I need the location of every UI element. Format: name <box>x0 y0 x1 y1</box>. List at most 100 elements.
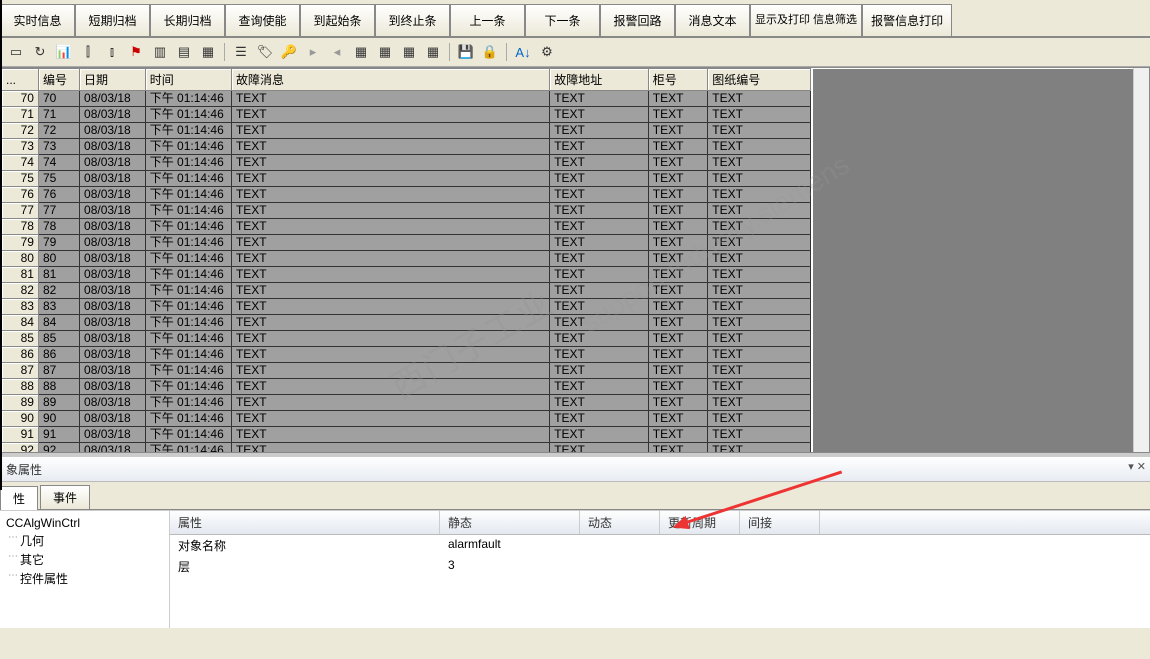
cell: TEXT <box>231 379 549 395</box>
tab-msg-text[interactable]: 消息文本 <box>675 4 750 36</box>
doc-icon[interactable]: ▭ <box>6 42 26 62</box>
table-row[interactable]: 747408/03/18下午 01:14:46TEXTTEXTTEXTTEXT <box>2 155 811 171</box>
key-icon[interactable]: 🔑 <box>279 42 299 62</box>
sort-icon[interactable]: A↓ <box>513 42 533 62</box>
tab-to-first[interactable]: 到起始条 <box>300 4 375 36</box>
calendar-icon[interactable]: ▦ <box>198 42 218 62</box>
tab-events[interactable]: 事件 <box>40 485 90 509</box>
cell: TEXT <box>708 443 811 453</box>
col-header[interactable]: 柜号 <box>648 69 708 91</box>
row-number: 71 <box>2 107 39 123</box>
cell: TEXT <box>648 155 708 171</box>
tab-properties[interactable]: 性 <box>0 486 38 510</box>
table-row[interactable]: 868608/03/18下午 01:14:46TEXTTEXTTEXTTEXT <box>2 347 811 363</box>
property-row[interactable]: 对象名称 alarmfault <box>170 535 1150 556</box>
separator <box>506 43 507 61</box>
tag-icon[interactable]: 🏷 <box>255 42 275 62</box>
grid2-icon[interactable]: ▦ <box>375 42 395 62</box>
col-static[interactable]: 静态 <box>440 511 580 534</box>
back-icon[interactable]: ◂ <box>327 42 347 62</box>
lock-icon[interactable]: 🔒 <box>480 42 500 62</box>
table-row[interactable]: 878708/03/18下午 01:14:46TEXTTEXTTEXTTEXT <box>2 363 811 379</box>
col-header[interactable]: 时间 <box>145 69 231 91</box>
table-row[interactable]: 717108/03/18下午 01:14:46TEXTTEXTTEXTTEXT <box>2 107 811 123</box>
options-icon[interactable]: ⚙ <box>537 42 557 62</box>
table-row[interactable]: 737308/03/18下午 01:14:46TEXTTEXTTEXTTEXT <box>2 139 811 155</box>
cell: 下午 01:14:46 <box>145 347 231 363</box>
table-row[interactable]: 767608/03/18下午 01:14:46TEXTTEXTTEXTTEXT <box>2 187 811 203</box>
table-row[interactable]: 838308/03/18下午 01:14:46TEXTTEXTTEXTTEXT <box>2 299 811 315</box>
table-row[interactable]: 919108/03/18下午 01:14:46TEXTTEXTTEXTTEXT <box>2 427 811 443</box>
close-icon[interactable]: ▾ ✕ <box>1128 460 1146 473</box>
table-row[interactable]: 888808/03/18下午 01:14:46TEXTTEXTTEXTTEXT <box>2 379 811 395</box>
tab-to-last[interactable]: 到终止条 <box>375 4 450 36</box>
col-header[interactable]: 编号 <box>38 69 79 91</box>
tab-display-print[interactable]: 显示及打印 信息筛选 <box>750 4 862 36</box>
table-row[interactable]: 808008/03/18下午 01:14:46TEXTTEXTTEXTTEXT <box>2 251 811 267</box>
col-header[interactable]: 日期 <box>80 69 146 91</box>
list-icon[interactable]: ☰ <box>231 42 251 62</box>
tab-alarm-loop[interactable]: 报警回路 <box>600 4 675 36</box>
scrollbar[interactable] <box>1133 68 1149 452</box>
tab-short-archive[interactable]: 短期归档 <box>75 4 150 36</box>
cell: TEXT <box>708 283 811 299</box>
card-icon[interactable]: ▥ <box>150 42 170 62</box>
col-dynamic[interactable]: 动态 <box>580 511 660 534</box>
col-attr[interactable]: 属性 <box>170 511 440 534</box>
col-indirect[interactable]: 间接 <box>740 511 820 534</box>
col-header[interactable]: 故障地址 <box>550 69 649 91</box>
table-row[interactable]: 707008/03/18下午 01:14:46TEXTTEXTTEXTTEXT <box>2 91 811 107</box>
flag-icon[interactable]: ⚑ <box>126 42 146 62</box>
row-number: 89 <box>2 395 39 411</box>
cell: 下午 01:14:46 <box>145 155 231 171</box>
tab-next[interactable]: 下一条 <box>525 4 600 36</box>
tab-prev[interactable]: 上一条 <box>450 4 525 36</box>
tree-root[interactable]: CCAlgWinCtrl <box>6 515 163 531</box>
cell: 77 <box>38 203 79 219</box>
tree-item-geometry[interactable]: 几何 <box>6 531 163 550</box>
table-row[interactable]: 818108/03/18下午 01:14:46TEXTTEXTTEXTTEXT <box>2 267 811 283</box>
cell: 73 <box>38 139 79 155</box>
col-header[interactable]: ... <box>2 69 39 91</box>
cell: TEXT <box>648 347 708 363</box>
tab-alarm-print[interactable]: 报警信息打印 <box>862 4 952 36</box>
col-header[interactable]: 故障消息 <box>231 69 549 91</box>
table-row[interactable]: 727208/03/18下午 01:14:46TEXTTEXTTEXTTEXT <box>2 123 811 139</box>
table-row[interactable]: 848408/03/18下午 01:14:46TEXTTEXTTEXTTEXT <box>2 315 811 331</box>
save-icon[interactable]: 💾 <box>456 42 476 62</box>
grid4-icon[interactable]: ▦ <box>423 42 443 62</box>
cell: TEXT <box>648 411 708 427</box>
trend-icon[interactable]: ⫾ <box>102 42 122 62</box>
refresh-icon[interactable]: ↻ <box>30 42 50 62</box>
table-row[interactable]: 797908/03/18下午 01:14:46TEXTTEXTTEXTTEXT <box>2 235 811 251</box>
grid3-icon[interactable]: ▦ <box>399 42 419 62</box>
card2-icon[interactable]: ▤ <box>174 42 194 62</box>
col-header[interactable]: 图纸编号 <box>708 69 811 91</box>
table-row[interactable]: 828208/03/18下午 01:14:46TEXTTEXTTEXTTEXT <box>2 283 811 299</box>
cell: TEXT <box>648 219 708 235</box>
tree-item-other[interactable]: 其它 <box>6 550 163 569</box>
table-row[interactable]: 898908/03/18下午 01:14:46TEXTTEXTTEXTTEXT <box>2 395 811 411</box>
cell: TEXT <box>550 123 649 139</box>
table-row[interactable]: 909008/03/18下午 01:14:46TEXTTEXTTEXTTEXT <box>2 411 811 427</box>
tab-realtime[interactable]: 实时信息 <box>0 4 75 36</box>
play-icon[interactable]: ▸ <box>303 42 323 62</box>
property-row[interactable]: 层 3 <box>170 556 1150 577</box>
bar-icon[interactable]: ⫿ <box>78 42 98 62</box>
cell: 下午 01:14:46 <box>145 267 231 283</box>
table-row[interactable]: 787808/03/18下午 01:14:46TEXTTEXTTEXTTEXT <box>2 219 811 235</box>
cell: TEXT <box>708 219 811 235</box>
tab-long-archive[interactable]: 长期归档 <box>150 4 225 36</box>
cell: TEXT <box>550 379 649 395</box>
table-row[interactable]: 777708/03/18下午 01:14:46TEXTTEXTTEXTTEXT <box>2 203 811 219</box>
cell: 08/03/18 <box>80 91 146 107</box>
table-row[interactable]: 858508/03/18下午 01:14:46TEXTTEXTTEXTTEXT <box>2 331 811 347</box>
grid1-icon[interactable]: ▦ <box>351 42 371 62</box>
chart-icon[interactable]: 📊 <box>54 42 74 62</box>
table-row[interactable]: 929208/03/18下午 01:14:46TEXTTEXTTEXTTEXT <box>2 443 811 453</box>
tab-query-enable[interactable]: 查询使能 <box>225 4 300 36</box>
cell: 92 <box>38 443 79 453</box>
tree-item-control-attr[interactable]: 控件属性 <box>6 569 163 588</box>
table-row[interactable]: 757508/03/18下午 01:14:46TEXTTEXTTEXTTEXT <box>2 171 811 187</box>
col-cycle[interactable]: 更新周期 <box>660 511 740 534</box>
